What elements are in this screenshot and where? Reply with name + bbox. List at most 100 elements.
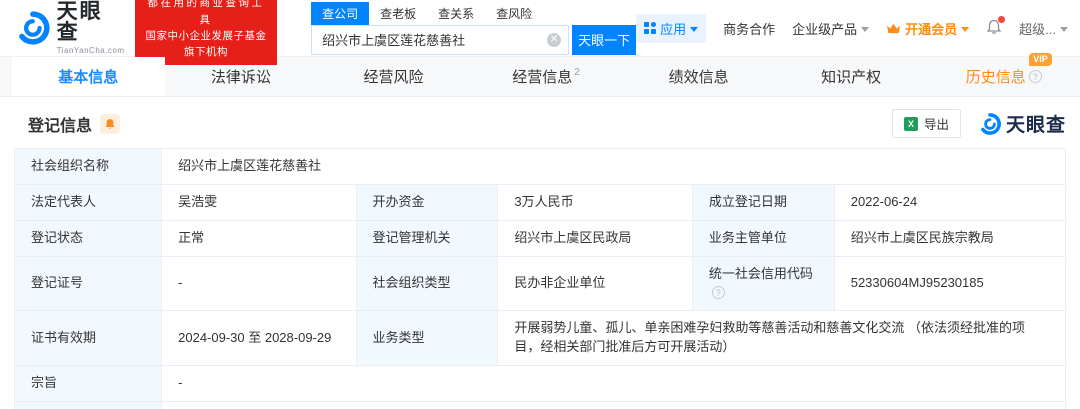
establish-date-value: 2022-06-24 bbox=[834, 184, 1065, 220]
capital-label: 开办资金 bbox=[356, 184, 498, 220]
registration-table: 社会组织名称 绍兴市上虞区莲花慈善社 法定代表人 吴浩雯 开办资金 3万人民币 … bbox=[14, 148, 1066, 409]
org-name-value: 绍兴市上虞区莲花慈善社 bbox=[162, 149, 1066, 185]
tab-label: 基本信息 bbox=[58, 66, 118, 87]
table-row: 登记状态 正常 登记管理机关 绍兴市上虞区民政局 业务主管单位 绍兴市上虞区民族… bbox=[15, 220, 1066, 256]
tab-label: 法律诉讼 bbox=[211, 66, 271, 87]
legal-rep-value: 吴浩雯 bbox=[162, 184, 356, 220]
search-tab-boss[interactable]: 查老板 bbox=[369, 2, 427, 25]
search-module: 查公司 查老板 查关系 查风险 ✕ 天眼一下 bbox=[311, 2, 636, 55]
search-tab-relation[interactable]: 查关系 bbox=[427, 2, 485, 25]
crown-icon bbox=[886, 22, 901, 35]
chevron-down-icon bbox=[861, 27, 869, 32]
table-row: 社会组织名称 绍兴市上虞区莲花慈善社 bbox=[15, 149, 1066, 185]
address-value: 浙江省绍兴市上虞区百官街道城东工业园区高铁辅路百草寺 bbox=[162, 401, 1066, 409]
table-row: 宗旨 - bbox=[15, 365, 1066, 401]
search-tab-risk[interactable]: 查风险 bbox=[485, 2, 543, 25]
clear-search-icon[interactable]: ✕ bbox=[547, 33, 561, 47]
tab-legal-litigation[interactable]: 法律诉讼 bbox=[165, 57, 318, 96]
section-title: 登记信息 bbox=[28, 112, 92, 136]
tab-label: 历史信息 bbox=[966, 66, 1026, 87]
notification-dot bbox=[998, 16, 1005, 23]
top-header: 天眼查 TianYanCha.com 都在用的商业查询工具 国家中小企业发展子基… bbox=[0, 0, 1080, 57]
detail-tabbar: 基本信息 法律诉讼 经营风险 经营信息2 绩效信息 知识产权 历史信息 ? VI… bbox=[0, 57, 1080, 97]
cert-no-value: - bbox=[162, 256, 356, 311]
watermark-logo: 天眼查 bbox=[979, 110, 1066, 137]
credit-code-value: 52330604MJ95230185 bbox=[834, 256, 1065, 311]
tab-history-info[interactable]: 历史信息 ? VIP bbox=[927, 57, 1080, 96]
business-type-label: 业务类型 bbox=[356, 311, 498, 366]
tianyancha-swirl-icon bbox=[16, 11, 50, 45]
org-type-label: 社会组织类型 bbox=[356, 256, 498, 311]
cert-validity-value: 2024-09-30 至 2028-09-29 bbox=[162, 311, 356, 366]
excel-icon: X bbox=[904, 117, 918, 131]
tianyancha-swirl-icon bbox=[979, 113, 1001, 135]
chevron-down-icon bbox=[961, 27, 969, 32]
org-type-value: 民办非企业单位 bbox=[498, 256, 692, 311]
search-tabs: 查公司 查老板 查关系 查风险 bbox=[311, 2, 636, 25]
tab-label: 绩效信息 bbox=[669, 66, 729, 87]
section-actions: X 导出 天眼查 bbox=[892, 109, 1066, 138]
authority-label: 登记管理机关 bbox=[356, 220, 498, 256]
grid-icon bbox=[644, 22, 656, 34]
registration-section-header: 登记信息 X 导出 天眼查 bbox=[0, 97, 1080, 148]
authority-value: 绍兴市上虞区民政局 bbox=[498, 220, 692, 256]
vip-badge: VIP bbox=[1029, 53, 1052, 66]
nav-cooperation[interactable]: 商务合作 bbox=[723, 19, 775, 38]
logo-text: 天眼查 TianYanCha.com bbox=[57, 1, 125, 55]
nav-vip-label: 开通会员 bbox=[905, 19, 957, 38]
export-label: 导出 bbox=[924, 114, 949, 133]
credit-code-label: 统一社会信用代码? bbox=[692, 256, 834, 311]
supervisor-value: 绍兴市上虞区民族宗教局 bbox=[834, 220, 1065, 256]
table-row: 证书有效期 2024-09-30 至 2028-09-29 业务类型 开展弱势儿… bbox=[15, 311, 1066, 366]
establish-date-label: 成立登记日期 bbox=[692, 184, 834, 220]
tab-operation-risk[interactable]: 经营风险 bbox=[317, 57, 470, 96]
business-type-value: 开展弱势儿童、孤儿、单亲困难孕妇救助等慈善活动和慈善文化交流 （依法须经批准的项… bbox=[498, 311, 1066, 366]
bell-icon bbox=[104, 118, 116, 130]
search-box: ✕ bbox=[311, 25, 569, 55]
slogan-line2: 国家中小企业发展子基金旗下机构 bbox=[142, 28, 270, 61]
credit-code-label-text: 统一社会信用代码 bbox=[709, 266, 813, 281]
search-row: ✕ 天眼一下 bbox=[311, 25, 636, 55]
cert-no-label: 登记证号 bbox=[15, 256, 162, 311]
notification-bell[interactable] bbox=[986, 19, 1002, 38]
status-value: 正常 bbox=[162, 220, 356, 256]
org-name-label: 社会组织名称 bbox=[15, 149, 162, 185]
nav-vip[interactable]: 开通会员 bbox=[886, 19, 969, 38]
search-button[interactable]: 天眼一下 bbox=[572, 25, 636, 55]
tab-operation-info[interactable]: 经营信息2 bbox=[470, 57, 623, 96]
tab-performance-info[interactable]: 绩效信息 bbox=[622, 57, 775, 96]
brand-slogan-badge: 都在用的商业查询工具 国家中小企业发展子基金旗下机构 bbox=[135, 0, 277, 65]
legal-rep-label: 法定代表人 bbox=[15, 184, 162, 220]
table-row: 住所 浙江省绍兴市上虞区百官街道城东工业园区高铁辅路百草寺 bbox=[15, 401, 1066, 409]
help-icon[interactable]: ? bbox=[1029, 70, 1042, 83]
brand-name: 天眼查 bbox=[57, 1, 125, 43]
chevron-down-icon bbox=[690, 27, 698, 32]
nav-cooperation-label: 商务合作 bbox=[723, 19, 775, 38]
tab-label: 经营信息 bbox=[512, 66, 572, 87]
status-label: 登记状态 bbox=[15, 220, 162, 256]
table-row: 法定代表人 吴浩雯 开办资金 3万人民币 成立登记日期 2022-06-24 bbox=[15, 184, 1066, 220]
tab-intellectual-property[interactable]: 知识产权 bbox=[775, 57, 928, 96]
brand-domain: TianYanCha.com bbox=[57, 46, 125, 55]
tianyancha-page: 天眼查 TianYanCha.com 都在用的商业查询工具 国家中小企业发展子基… bbox=[0, 0, 1080, 409]
supervisor-label: 业务主管单位 bbox=[692, 220, 834, 256]
nav-user-account[interactable]: 超级... bbox=[1019, 19, 1068, 38]
nav-apps[interactable]: 应用 bbox=[636, 14, 706, 43]
purpose-label: 宗旨 bbox=[15, 365, 162, 401]
search-tab-company[interactable]: 查公司 bbox=[311, 2, 369, 25]
search-input[interactable] bbox=[311, 25, 569, 55]
tianyancha-logo[interactable]: 天眼查 TianYanCha.com bbox=[16, 1, 125, 55]
cert-validity-label: 证书有效期 bbox=[15, 311, 162, 366]
nav-user-label: 超级... bbox=[1019, 19, 1056, 38]
tab-basic-info[interactable]: 基本信息 bbox=[12, 57, 165, 96]
header-nav: 应用 商务合作 企业级产品 开通会员 bbox=[636, 14, 1068, 43]
nav-enterprise-label: 企业级产品 bbox=[792, 19, 857, 38]
help-icon[interactable]: ? bbox=[712, 286, 725, 299]
subscribe-bell-button[interactable] bbox=[100, 114, 120, 134]
chevron-down-icon bbox=[1060, 27, 1068, 32]
table-row: 登记证号 - 社会组织类型 民办非企业单位 统一社会信用代码? 52330604… bbox=[15, 256, 1066, 311]
nav-enterprise[interactable]: 企业级产品 bbox=[792, 19, 869, 38]
capital-value: 3万人民币 bbox=[498, 184, 692, 220]
export-button[interactable]: X 导出 bbox=[892, 109, 961, 138]
purpose-value: - bbox=[162, 365, 1066, 401]
